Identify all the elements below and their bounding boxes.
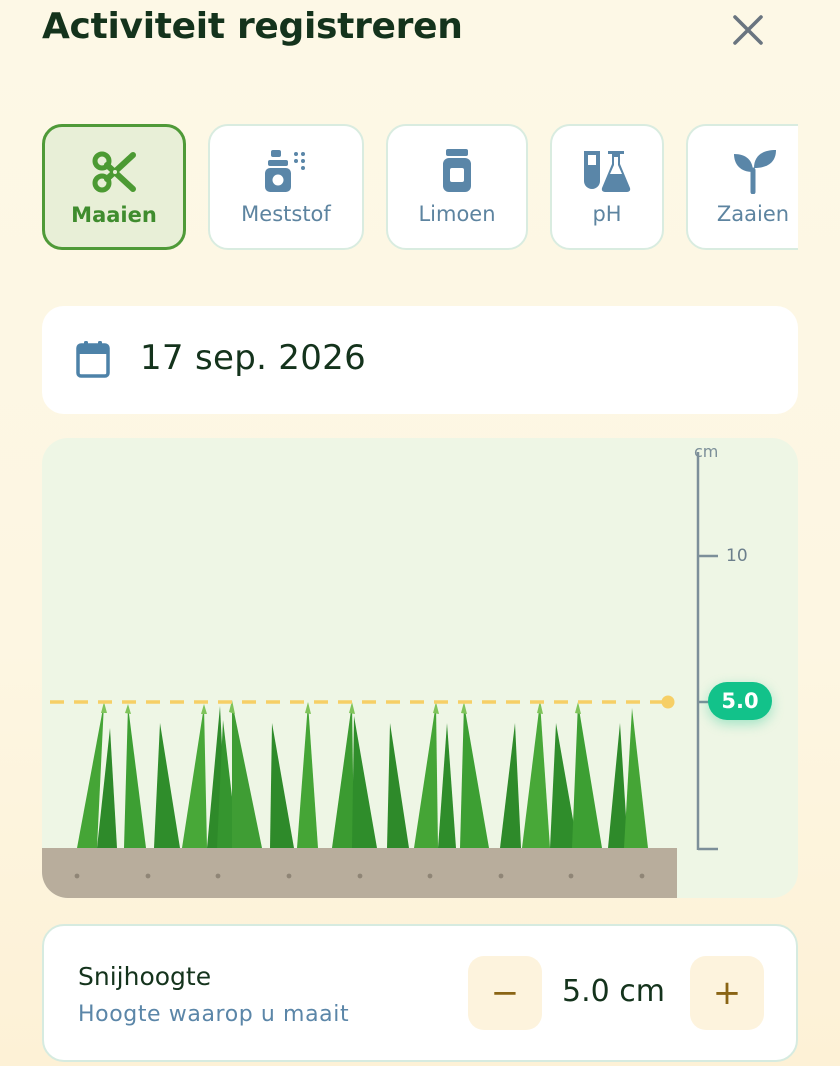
jar-icon [443, 149, 471, 192]
page-title: Activiteit registreren [42, 6, 463, 47]
activity-chip-ph[interactable]: pH [550, 124, 664, 250]
activity-chip-zaaien[interactable]: Zaaien [686, 124, 798, 250]
activity-label: Zaaien [716, 202, 790, 226]
date-value: 17 sep. 2026 [140, 338, 367, 378]
scissors-icon [92, 151, 136, 193]
cutting-height-card: Snijhoogte Hoogte waarop u maait − 5.0 c… [42, 924, 798, 1062]
close-icon [733, 15, 763, 45]
increase-button[interactable]: + [690, 956, 764, 1030]
spray-bottle-icon [265, 150, 305, 192]
ruler-tick-label: 10 [726, 546, 748, 566]
ruler-unit-label: cm [694, 442, 719, 461]
cutting-height-value: 5.0 cm [562, 974, 665, 1009]
activity-label: Maaien [71, 203, 157, 227]
grass-blades [77, 700, 648, 848]
cut-height-marker [661, 695, 675, 709]
activity-label: Limoen [418, 202, 496, 226]
activity-label: Meststof [241, 202, 331, 226]
cutting-height-subtitle: Hoogte waarop u maait [78, 1002, 350, 1027]
cutting-height-title: Snijhoogte [78, 962, 212, 991]
activity-label: pH [592, 202, 622, 226]
activity-chip-row: Maaien Meststof Limoen pH Zaaien [0, 122, 798, 254]
sprout-icon [734, 150, 776, 194]
soil-strip [42, 848, 677, 898]
grass-height-visual: cm 10 5.0 [42, 438, 798, 898]
calendar-icon [76, 341, 110, 378]
activity-chip-maaien[interactable]: Maaien [42, 124, 186, 250]
date-picker[interactable]: 17 sep. 2026 [42, 306, 798, 414]
grass-illustration [42, 452, 718, 898]
height-badge: 5.0 [708, 682, 772, 720]
close-button[interactable] [726, 8, 770, 52]
activity-chip-limoen[interactable]: Limoen [386, 124, 528, 250]
test-tubes-icon [584, 151, 631, 192]
decrease-button[interactable]: − [468, 956, 542, 1030]
activity-chip-meststof[interactable]: Meststof [208, 124, 364, 250]
